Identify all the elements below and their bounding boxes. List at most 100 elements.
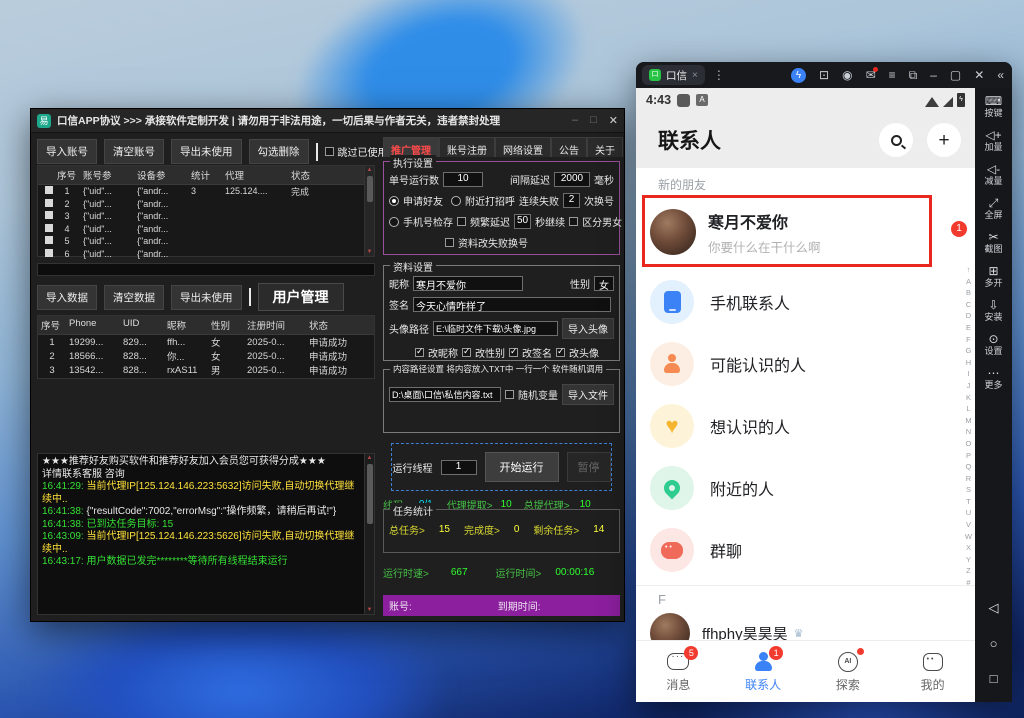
emulator-tab[interactable]: 口 口信 × (642, 65, 705, 85)
row-checkbox[interactable] (45, 186, 53, 194)
profile-fail-checkbox[interactable] (445, 238, 454, 247)
minimize-icon[interactable]: – (930, 69, 937, 81)
capture-icon[interactable]: ⧉ (909, 69, 918, 81)
user-management-button[interactable]: 用户管理 (258, 283, 344, 311)
emulator-titlebar[interactable]: 口 口信 × ⋮ ϟ ⊡ ◉ ✉ ≡ ⧉ – ▢ ✕ « (636, 62, 1012, 88)
index-letter[interactable]: R (966, 473, 971, 485)
table-row[interactable]: 2 {"uid"... {"andr... (38, 198, 374, 211)
list-item-people-you-may-know[interactable]: 可能认识的人 (636, 333, 975, 395)
table-row[interactable]: 4 {"uid"... {"andr... (38, 223, 374, 236)
search-button[interactable] (879, 123, 913, 157)
index-letter[interactable]: Y (966, 554, 971, 566)
list-item-phone-contacts[interactable]: 手机联系人 (636, 271, 975, 333)
gamepad-icon[interactable]: ⊡ (819, 69, 829, 81)
list-item-people-to-meet[interactable]: ♥ 想认识的人 (636, 395, 975, 457)
log-output[interactable]: ★★★推荐好友购买软件和推荐好友加入会员您可获得分成★★★ 详情联系客服 咨询 … (37, 453, 375, 615)
mail-icon[interactable]: ✉ (866, 69, 876, 81)
import-avatar-button[interactable]: 导入头像 (562, 318, 614, 339)
interval-input[interactable]: 2000 (554, 172, 590, 187)
pause-button[interactable]: 暂停 (567, 452, 611, 482)
freq-delay-checkbox[interactable] (457, 217, 466, 226)
index-letter[interactable]: E (966, 322, 971, 334)
index-letter[interactable]: L (966, 403, 970, 415)
settings-tab[interactable]: 公告 (551, 137, 587, 157)
signature-input[interactable]: 今天心情咋样了 (413, 297, 611, 312)
change-sign-checkbox[interactable] (509, 348, 518, 357)
avatar-path-input[interactable]: E:\临时文件下载\头像.jpg (433, 321, 558, 336)
index-letter[interactable]: A (966, 276, 971, 288)
clear-accounts-button[interactable]: 清空账号 (104, 139, 164, 164)
index-letter[interactable]: S (966, 484, 971, 496)
freq-delay-input[interactable]: 50 (514, 214, 531, 229)
sidebar-tool[interactable]: ✂ 截图 (984, 230, 1002, 255)
change-nick-checkbox[interactable] (415, 348, 424, 357)
sidebar-tool[interactable]: ⊙ 设置 (984, 332, 1002, 357)
index-letter[interactable]: C (966, 299, 971, 311)
index-letter[interactable]: T (966, 496, 971, 508)
index-letter[interactable]: K (966, 392, 971, 404)
skip-used-checkbox[interactable] (325, 147, 334, 156)
row-checkbox[interactable] (45, 211, 53, 219)
scroll-thumb[interactable] (367, 176, 373, 202)
sidebar-tool[interactable]: ◁+ 加量 (984, 128, 1002, 153)
index-letter[interactable]: X (966, 542, 971, 554)
table-row[interactable]: 1 {"uid"... {"andr... 3 125.124.... 完成 (38, 185, 374, 198)
scroll-up-icon[interactable]: ▲ (367, 166, 373, 174)
table-row[interactable]: 5 {"uid"... {"andr... (38, 235, 374, 248)
nav-explore[interactable]: AI 探索 (806, 641, 891, 702)
account-icon[interactable]: ◉ (842, 69, 852, 81)
index-letter[interactable]: G (966, 345, 972, 357)
export-unused-button[interactable]: 导出未使用 (171, 139, 242, 164)
index-letter[interactable]: D (966, 310, 971, 322)
row-checkbox[interactable] (45, 199, 53, 207)
clear-data-button[interactable]: 清空数据 (104, 285, 164, 310)
android-home-icon[interactable]: ○ (990, 636, 998, 651)
contact-row-highlighted[interactable]: 寒月不爱你 你要什么在干什么啊 1 (636, 193, 975, 271)
settings-tab[interactable]: 账号注册 (439, 137, 495, 157)
menu-icon[interactable]: ≡ (889, 69, 896, 81)
content-path-input[interactable]: D:\桌面\口信\私信内容.txt (389, 387, 501, 402)
run-count-input[interactable]: 10 (443, 172, 483, 187)
index-letter[interactable]: J (967, 380, 971, 392)
collapse-sidebar-icon[interactable]: « (997, 69, 1004, 81)
index-letter[interactable]: U (966, 507, 971, 519)
alphabet-index[interactable]: ↑ABCDEFGHIJKLMNOPQRSTUVWXYZ# (965, 264, 972, 589)
table-row[interactable]: 3 {"uid"... {"andr... (38, 210, 374, 223)
boost-icon[interactable]: ϟ (791, 68, 806, 83)
import-data-button[interactable]: 导入数据 (37, 285, 97, 310)
apply-friend-radio[interactable] (389, 196, 399, 206)
start-run-button[interactable]: 开始运行 (485, 452, 559, 482)
sidebar-tool[interactable]: ⌨ 按键 (984, 94, 1002, 119)
minimize-icon[interactable]: – (572, 114, 578, 127)
table-row[interactable]: 6 {"uid"... {"andr... (38, 248, 374, 261)
scroll-up-icon[interactable]: ▲ (367, 454, 373, 462)
index-letter[interactable]: P (966, 450, 971, 462)
import-file-button[interactable]: 导入文件 (562, 384, 614, 405)
settings-tab[interactable]: 关于 (587, 137, 623, 157)
close-icon[interactable]: ✕ (974, 69, 984, 81)
index-letter[interactable]: Q (966, 461, 972, 473)
index-letter[interactable]: N (966, 426, 971, 438)
index-letter[interactable]: W (965, 531, 972, 543)
phone-save-radio[interactable] (389, 217, 399, 227)
sidebar-tool[interactable]: ⤢ 全屏 (984, 196, 1002, 221)
change-avatar-checkbox[interactable] (556, 348, 565, 357)
sidebar-tool[interactable]: ◁- 减量 (984, 162, 1002, 187)
list-item-nearby-people[interactable]: 附近的人 (636, 457, 975, 519)
index-letter[interactable]: Z (966, 565, 971, 577)
scroll-thumb[interactable] (367, 464, 373, 524)
row-checkbox[interactable] (45, 224, 53, 232)
sidebar-tool[interactable]: ⋯ 更多 (984, 366, 1002, 391)
random-var-checkbox[interactable] (505, 390, 514, 399)
index-letter[interactable]: # (966, 577, 970, 589)
index-letter[interactable]: B (966, 287, 971, 299)
settings-tab[interactable]: 网络设置 (495, 137, 551, 157)
index-letter[interactable]: I (967, 368, 969, 380)
nav-contacts[interactable]: 1 联系人 (721, 641, 806, 702)
table-row[interactable]: 2 18566... 828... 你... 女 2025-0... 申请成功 (38, 349, 374, 363)
app-titlebar[interactable]: 易 口信APP协议 >>> 承接软件定制开发 | 请勿用于非法用途，一切后果与作… (31, 109, 624, 133)
maximize-icon[interactable]: ▢ (950, 69, 961, 81)
index-letter[interactable]: V (966, 519, 971, 531)
index-letter[interactable]: F (966, 334, 971, 346)
index-letter[interactable]: ↑ (967, 264, 971, 276)
